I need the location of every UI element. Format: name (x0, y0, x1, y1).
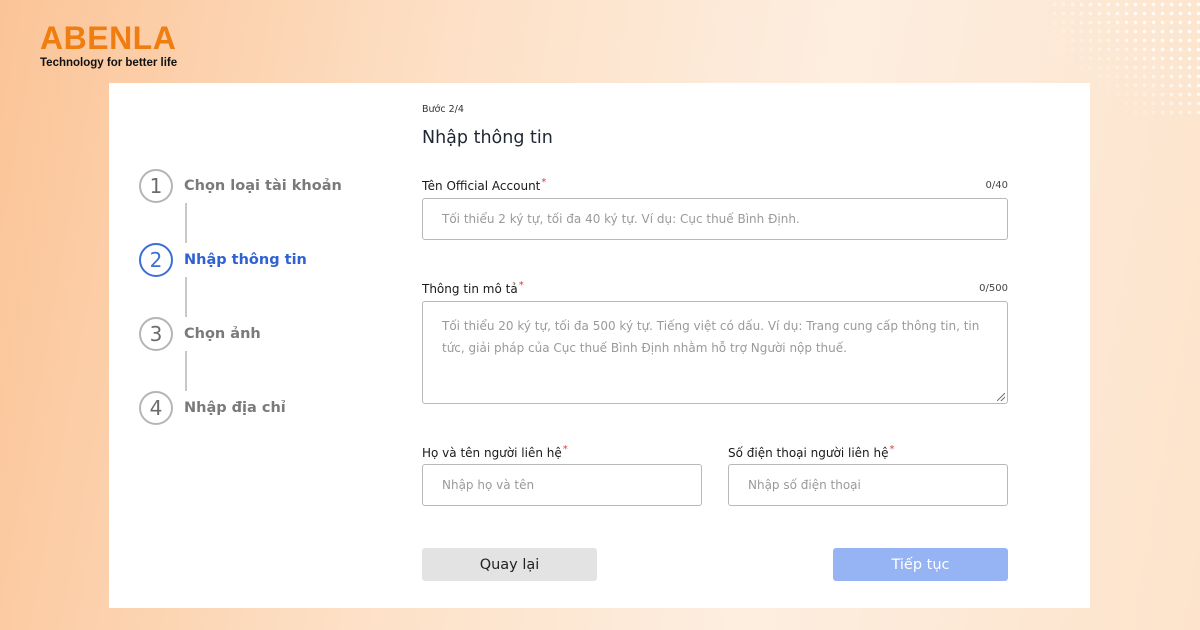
contact-phone-placeholder: Nhập số điện thoại (748, 478, 861, 492)
required-mark: * (889, 444, 895, 455)
description-placeholder: Tối thiểu 20 ký tự, tối đa 500 ký tự. Ti… (442, 319, 980, 355)
step-item-3[interactable]: 3 Chọn ảnh (139, 317, 261, 351)
back-button[interactable]: Quay lại (422, 548, 597, 581)
next-button[interactable]: Tiếp tục (833, 548, 1008, 581)
contact-phone-input[interactable]: Nhập số điện thoại (728, 464, 1008, 506)
required-mark: * (562, 444, 568, 455)
brand-tagline: Technology for better life (40, 57, 178, 69)
step-connector (185, 203, 187, 243)
step-connector (185, 351, 187, 391)
description-label: Thông tin mô tả* (422, 280, 524, 296)
step-label-1: Chọn loại tài khoản (184, 178, 342, 194)
contact-phone-label: Số điện thoại người liên hệ* (728, 444, 895, 460)
brand-name: ABENLA (40, 20, 177, 56)
contact-name-label: Họ và tên người liên hệ* (422, 444, 568, 460)
required-mark: * (518, 280, 524, 291)
step-label-3: Chọn ảnh (184, 326, 261, 342)
contact-name-placeholder: Nhập họ và tên (442, 478, 535, 492)
step-label-4: Nhập địa chỉ (184, 400, 286, 416)
step-number-2: 2 (139, 243, 173, 277)
step-number-3: 3 (139, 317, 173, 351)
oa-name-placeholder: Tối thiểu 2 ký tự, tối đa 40 ký tự. Ví d… (442, 212, 800, 226)
oa-name-label: Tên Official Account* (422, 177, 547, 193)
contact-name-input[interactable]: Nhập họ và tên (422, 464, 702, 506)
step-connector (185, 277, 187, 317)
step-item-2[interactable]: 2 Nhập thông tin (139, 243, 307, 277)
resize-handle-icon[interactable] (997, 393, 1005, 401)
step-indicator: Bước 2/4 (422, 104, 464, 115)
form-title: Nhập thông tin (422, 128, 553, 148)
step-label-2: Nhập thông tin (184, 252, 307, 268)
required-mark: * (541, 177, 547, 188)
description-textarea[interactable]: Tối thiểu 20 ký tự, tối đa 500 ký tự. Ti… (422, 301, 1008, 404)
step-number-1: 1 (139, 169, 173, 203)
oa-name-input[interactable]: Tối thiểu 2 ký tự, tối đa 40 ký tự. Ví d… (422, 198, 1008, 240)
oa-name-counter: 0/40 (985, 180, 1008, 191)
step-item-4[interactable]: 4 Nhập địa chỉ (139, 391, 286, 425)
form-card: 1 Chọn loại tài khoản 2 Nhập thông tin 3… (109, 83, 1090, 608)
step-number-4: 4 (139, 391, 173, 425)
step-item-1[interactable]: 1 Chọn loại tài khoản (139, 169, 342, 203)
description-counter: 0/500 (979, 283, 1008, 294)
brand-logo: ABENLA Technology for better life (40, 22, 177, 69)
